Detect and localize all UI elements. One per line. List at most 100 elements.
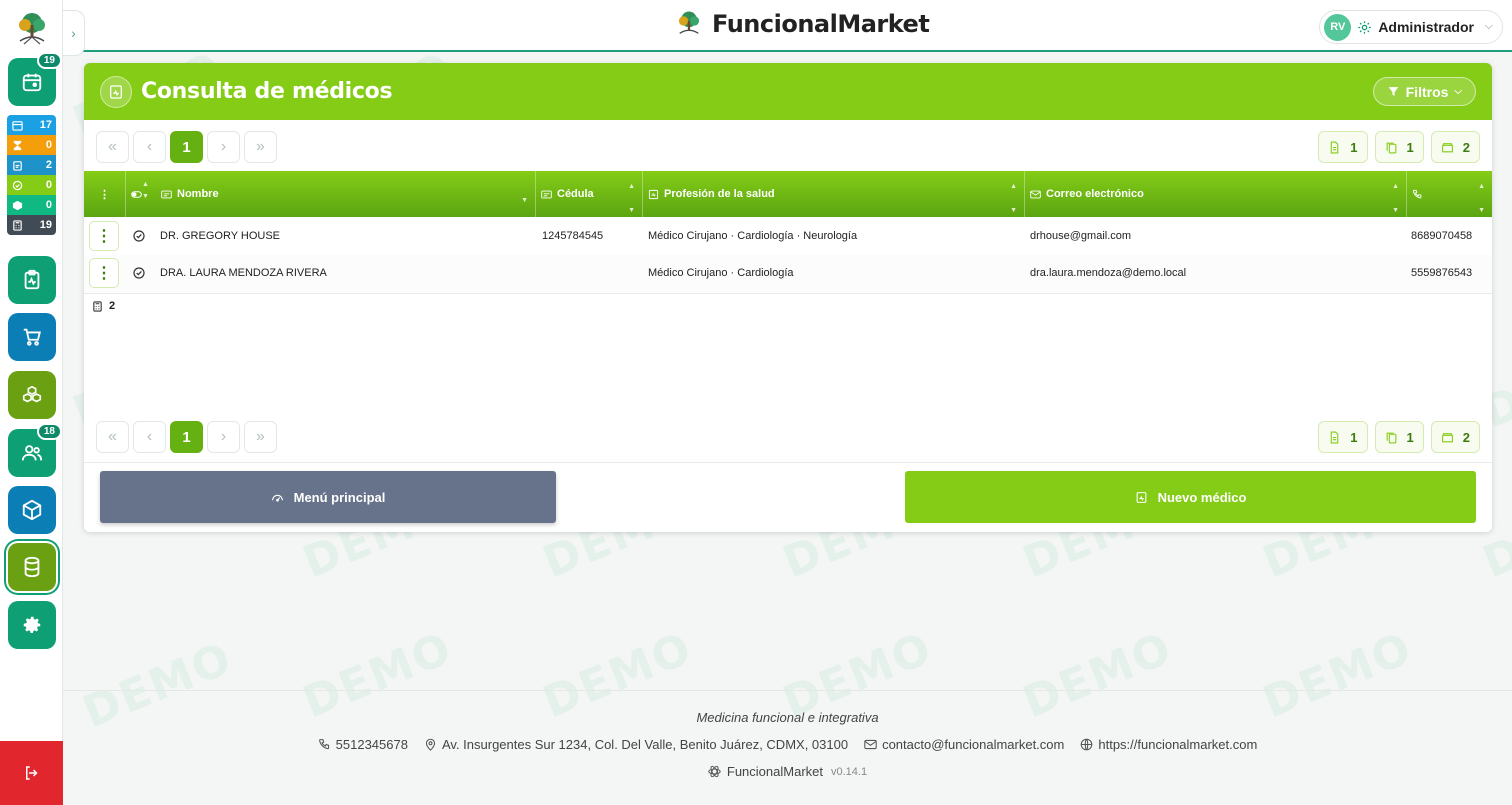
medical-id-icon xyxy=(1136,491,1146,503)
next-page-button[interactable]: › xyxy=(207,421,240,453)
next-page-button[interactable]: › xyxy=(207,131,240,163)
sidebar-item-catalogs[interactable] xyxy=(8,543,56,591)
table-row[interactable]: ⋮ DRA. LAURA MENDOZA RIVERA Médico Ciruj… xyxy=(84,255,1492,292)
file-icon xyxy=(1331,431,1339,443)
sidebar-item-consultations[interactable] xyxy=(8,256,56,304)
phone-icon xyxy=(1412,189,1422,198)
map-pin-icon xyxy=(425,738,436,751)
sidebar-item-patients[interactable]: 18 xyxy=(8,423,62,477)
tree-logo-icon xyxy=(19,13,45,45)
records-counter[interactable]: 2 xyxy=(1430,131,1480,163)
envelope-icon xyxy=(864,739,877,750)
actions-column-header: ⋮ xyxy=(84,171,126,217)
medical-id-icon xyxy=(100,75,132,108)
sort-icon[interactable]: ▲ ▼ xyxy=(628,181,635,217)
envelope-icon xyxy=(1030,190,1041,198)
table-header: ⋮ ▲ ▼ Nombre ▼ Cédula ▲ ▼ Profesión de la … xyxy=(84,171,1492,217)
globe-icon xyxy=(1081,738,1093,751)
stat-pending[interactable]: 0 xyxy=(7,135,56,155)
kebab-icon: ⋮ xyxy=(96,228,112,245)
sort-icon[interactable]: ▲ ▼ xyxy=(142,179,149,203)
user-name: Administrador xyxy=(1378,19,1474,35)
app-version: v0.14.1 xyxy=(831,765,868,778)
page-title: Consulta de médicos xyxy=(141,79,393,104)
sidebar: 19 17 0 2 0 0 19 18 xyxy=(0,0,63,805)
calendar-icon xyxy=(22,73,42,92)
row-actions-button[interactable]: ⋮ xyxy=(89,258,119,288)
phone-column-header[interactable]: ▲ ▼ xyxy=(1407,171,1492,217)
footer-website[interactable]: https://funcionalmarket.com xyxy=(1080,737,1257,752)
last-page-button[interactable]: » xyxy=(244,131,277,163)
footer-contacts: 5512345678 Av. Insurgentes Sur 1234, Col… xyxy=(63,737,1512,752)
agenda-badge: 19 xyxy=(36,52,62,69)
id-card-icon xyxy=(161,190,172,198)
copy-icon xyxy=(1386,432,1396,443)
doctor-phone: 5559876543 xyxy=(1411,267,1473,279)
chevron-down-icon: ⌵ xyxy=(1484,20,1493,32)
stat-consultations[interactable]: 2 xyxy=(7,155,56,175)
hourglass-icon xyxy=(13,140,22,150)
sidebar-item-inventory[interactable] xyxy=(8,371,56,419)
table-row[interactable]: ⋮ DR. GREGORY HOUSE 1245784545 Médico Ci… xyxy=(84,218,1492,255)
current-page-button[interactable]: 1 xyxy=(170,421,203,453)
doctors-card: Consulta de médicos Filtros ⌵ « ‹ 1 › » … xyxy=(84,63,1492,532)
patients-badge: 18 xyxy=(36,423,62,440)
stat-completed[interactable]: 0 xyxy=(7,175,56,195)
pagination-top: « ‹ 1 › » xyxy=(96,131,277,163)
sidebar-item-products[interactable] xyxy=(8,486,56,534)
email-column-header[interactable]: Correo electrónico ▲ ▼ xyxy=(1025,171,1407,217)
footer-phone[interactable]: 5512345678 xyxy=(318,737,408,752)
sort-icon[interactable]: ▲ ▼ xyxy=(1392,181,1399,217)
stat-boxes[interactable]: 0 xyxy=(7,195,56,215)
sort-desc-icon[interactable]: ▼ xyxy=(521,195,528,207)
sidebar-expand-toggle[interactable]: › xyxy=(63,10,85,56)
name-column-header[interactable]: ▲ ▼ Nombre ▼ xyxy=(126,171,536,217)
footer-address: Av. Insurgentes Sur 1234, Col. Del Valle… xyxy=(424,737,848,752)
folder-icon xyxy=(1441,142,1453,152)
box-icon xyxy=(12,200,23,210)
sidebar-item-settings[interactable] xyxy=(8,601,56,649)
counters-top: 1 1 2 xyxy=(1318,131,1480,163)
main-menu-button[interactable]: Menú principal xyxy=(100,471,556,523)
first-page-button[interactable]: « xyxy=(96,421,129,453)
page-counter[interactable]: 1 xyxy=(1318,131,1368,163)
filter-icon xyxy=(1388,87,1398,96)
user-menu[interactable]: RV Administrador ⌵ xyxy=(1319,10,1503,44)
prev-page-button[interactable]: ‹ xyxy=(133,131,166,163)
calculator-icon xyxy=(13,219,22,231)
first-page-button[interactable]: « xyxy=(96,131,129,163)
clipboard-pulse-icon xyxy=(24,269,40,290)
records-counter[interactable]: 2 xyxy=(1430,421,1480,453)
medical-id-icon xyxy=(648,189,659,199)
check-circle-icon xyxy=(133,267,145,279)
stat-appointments[interactable]: 17 xyxy=(7,115,56,135)
pages-total-counter[interactable]: 1 xyxy=(1374,421,1424,453)
sort-icon[interactable]: ▲ ▼ xyxy=(1010,181,1017,217)
page-counter[interactable]: 1 xyxy=(1318,421,1368,453)
tree-logo-icon xyxy=(678,11,700,34)
card-header: Consulta de médicos Filtros ⌵ xyxy=(84,63,1492,120)
sidebar-item-agenda[interactable]: 19 xyxy=(8,52,62,106)
current-page-button[interactable]: 1 xyxy=(170,131,203,163)
logout-button[interactable] xyxy=(0,741,63,805)
row-actions-button[interactable]: ⋮ xyxy=(89,221,119,251)
brand[interactable]: FuncionalMarket xyxy=(675,9,930,39)
stat-total[interactable]: 19 xyxy=(7,215,56,235)
gear-icon xyxy=(1358,20,1372,34)
sidebar-stats: 17 0 2 0 0 19 xyxy=(7,115,56,235)
total-records: 2 xyxy=(92,300,115,312)
new-doctor-button[interactable]: Nuevo médico xyxy=(905,471,1476,523)
filters-button[interactable]: Filtros ⌵ xyxy=(1372,77,1476,106)
profession-column-header[interactable]: Profesión de la salud ▲ ▼ xyxy=(643,171,1025,217)
sidebar-item-sales[interactable] xyxy=(8,313,56,361)
package-icon xyxy=(22,499,42,521)
prev-page-button[interactable]: ‹ xyxy=(133,421,166,453)
pages-total-counter[interactable]: 1 xyxy=(1374,131,1424,163)
chevron-down-icon: ⌵ xyxy=(1454,86,1462,97)
sort-icon[interactable]: ▲ ▼ xyxy=(1478,181,1485,217)
users-icon xyxy=(21,445,43,461)
doctor-cedula: 1245784545 xyxy=(542,230,604,242)
cedula-column-header[interactable]: Cédula ▲ ▼ xyxy=(536,171,643,217)
footer-email[interactable]: contacto@funcionalmarket.com xyxy=(864,737,1064,752)
last-page-button[interactable]: » xyxy=(244,421,277,453)
